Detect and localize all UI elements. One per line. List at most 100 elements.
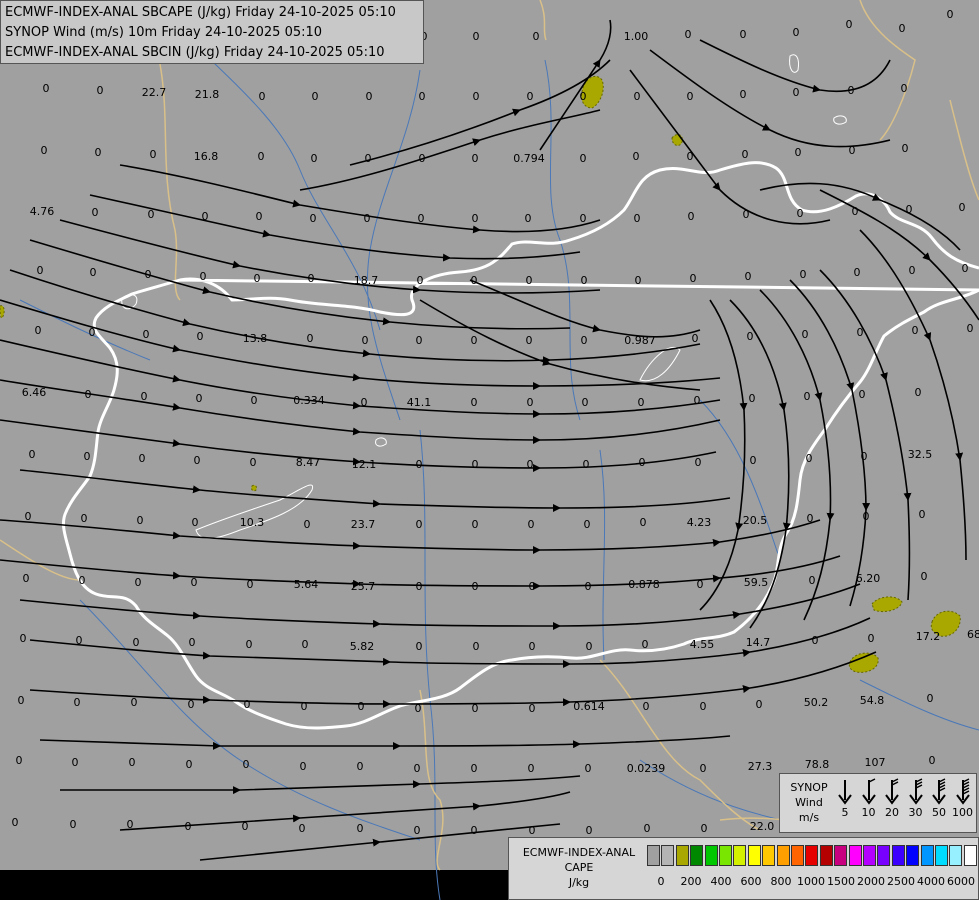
wind-legend-item: 20 [881, 778, 903, 830]
cape-value-label: 0 [701, 822, 708, 835]
cape-value-label: 0 [200, 270, 207, 283]
cape-legend-title-line: J/kg [568, 876, 590, 889]
cape-value-label: 0 [74, 696, 81, 709]
cape-value-label: 0 [742, 148, 749, 161]
cape-value-label: 6.20 [856, 572, 881, 585]
map-background [0, 0, 979, 900]
cape-value-label: 0.334 [293, 394, 325, 407]
cape-color-swatch [877, 845, 891, 866]
cape-value-label: 0 [472, 518, 479, 531]
cape-value-label: 0 [586, 824, 593, 837]
wind-arrow-icon [861, 778, 876, 805]
cape-value-label: 0 [97, 84, 104, 97]
cape-value-label: 59.5 [744, 576, 769, 589]
cape-value-label: 68 [967, 628, 979, 641]
cape-value-label: 22.7 [142, 86, 167, 99]
cape-value-label: 0 [861, 450, 868, 463]
cape-color-swatch [834, 845, 848, 866]
cape-tick-label: 400 [710, 875, 732, 888]
cape-value-label: 0 [634, 90, 641, 103]
weather-map[interactable]: 1.00 0 0 0 0 0 0 0 0 0 0 0 22.7 21.8 0 0 0 0 0 0 0 0 0 0 0 0 0 0 0 0 1… [0, 0, 979, 900]
cape-value-label: 54.8 [860, 694, 885, 707]
cape-value-label: 0 [473, 30, 480, 43]
cape-value-label: 27.3 [748, 760, 773, 773]
cape-value-label: 0 [793, 26, 800, 39]
cape-value-label: 0.987 [624, 334, 656, 347]
cape-value-label: 0 [919, 508, 926, 521]
cape-value-label: 0 [793, 86, 800, 99]
cape-value-label: 0 [312, 90, 319, 103]
cape-value-label: 0 [145, 268, 152, 281]
cape-value-label: 0 [694, 394, 701, 407]
cape-value-label: 5.82 [350, 640, 375, 653]
cape-value-label: 0 [804, 390, 811, 403]
cape-value-label: 0 [70, 818, 77, 831]
cape-value-label: 0 [959, 201, 966, 214]
cape-value-label: 0 [640, 516, 647, 529]
cape-value-label: 0 [244, 698, 251, 711]
cape-value-label: 0 [254, 272, 261, 285]
cape-value-label: 0 [967, 322, 974, 335]
title-sbcin: ECMWF-INDEX-ANAL SBCIN (J/kg) Friday 24-… [5, 45, 385, 60]
cape-value-label: 0 [95, 146, 102, 159]
wind-legend-item: 100 [952, 778, 974, 830]
cape-value-label: 0 [947, 8, 954, 21]
cape-value-label: 0 [927, 692, 934, 705]
cape-value-label: 22.0 [750, 820, 775, 833]
cape-value-label: 0 [414, 824, 421, 837]
cape-tick-label: 800 [770, 875, 792, 888]
cape-value-label: 0 [23, 572, 30, 585]
cape-value-label: 0 [582, 396, 589, 409]
cape-value-label: 0 [901, 82, 908, 95]
cape-value-label: 0 [585, 580, 592, 593]
cape-value-label: 0 [81, 512, 88, 525]
cape-value-label: 41.1 [407, 396, 432, 409]
cape-value-label: 0 [527, 458, 534, 471]
cape-value-label: 78.8 [805, 758, 830, 771]
cape-value-label: 0 [362, 334, 369, 347]
cape-color-swatch [704, 845, 718, 866]
cape-value-label: 0 [868, 632, 875, 645]
cape-color-swatch [747, 845, 761, 866]
cape-value-label: 0 [528, 518, 535, 531]
cape-value-label: 0 [414, 762, 421, 775]
cape-tick-label: 2000 [857, 875, 885, 888]
wind-legend-value: 20 [885, 806, 899, 819]
cape-value-label: 0 [188, 698, 195, 711]
cape-value-label: 0 [148, 208, 155, 221]
wind-legend-item: 50 [928, 778, 950, 830]
cape-value-label: 0 [527, 90, 534, 103]
cape-value-label: 0 [700, 762, 707, 775]
cape-value-label: 0 [29, 448, 36, 461]
cape-value-label: 0 [307, 332, 314, 345]
cape-value-label: 0 [846, 18, 853, 31]
cape-color-swatch [733, 845, 747, 866]
cape-value-label: 0 [745, 270, 752, 283]
cape-tick-label: 200 [680, 875, 702, 888]
cape-value-label: 0 [16, 754, 23, 767]
cape-value-label: 0 [800, 268, 807, 281]
wind-legend-value: 30 [908, 806, 923, 819]
cape-value-label: 0 [802, 328, 809, 341]
cape-value-label: 4.23 [687, 516, 712, 529]
cape-value-label: 0 [12, 816, 19, 829]
cape-value-label: 0 [72, 756, 79, 769]
cape-value-label: 1.00 [624, 30, 649, 43]
cape-value-label: 0 [525, 212, 532, 225]
cape-value-label: 0 [471, 762, 478, 775]
cape-value-label: 0 [583, 458, 590, 471]
cape-value-label: 0 [259, 90, 266, 103]
cape-value-label: 0 [76, 634, 83, 647]
cape-value-label: 0 [84, 450, 91, 463]
cape-value-label: 17.2 [916, 630, 941, 643]
cape-value-label: 0 [197, 330, 204, 343]
cape-value-label: 0 [89, 326, 96, 339]
cape-value-label: 0 [133, 636, 140, 649]
cape-value-label: 0 [192, 516, 199, 529]
cape-value-label: 0 [638, 396, 645, 409]
cape-value-label: 0 [310, 212, 317, 225]
cape-value-label: 107 [865, 756, 886, 769]
cape-value-label: 0 [687, 150, 694, 163]
cape-value-label: 0 [251, 394, 258, 407]
cape-value-label: 0 [43, 82, 50, 95]
